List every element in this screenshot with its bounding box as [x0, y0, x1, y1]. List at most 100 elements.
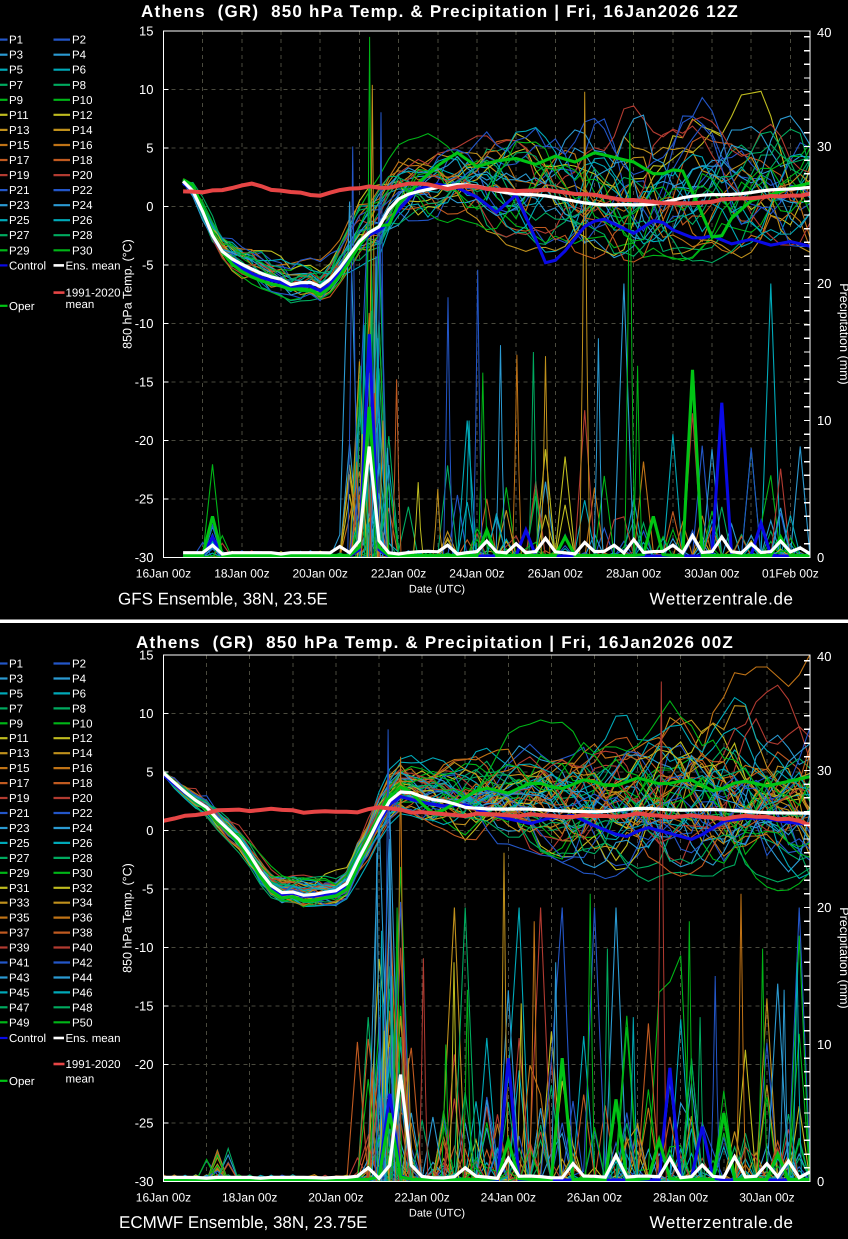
svg-text:Precipitation (mm): Precipitation (mm)	[837, 283, 848, 384]
svg-text:P39: P39	[9, 943, 29, 955]
svg-text:P38: P38	[72, 928, 92, 940]
svg-text:P9: P9	[9, 95, 23, 107]
svg-text:P15: P15	[9, 140, 29, 152]
svg-text:-20: -20	[135, 433, 154, 448]
svg-text:P9: P9	[9, 718, 23, 730]
svg-text:Athens (GR) 850 hPa Temp. &: Athens (GR) 850 hPa Temp. & Precipitatio…	[141, 2, 739, 21]
svg-text:-30: -30	[135, 1174, 154, 1189]
svg-text:mean: mean	[66, 299, 95, 311]
svg-text:P11: P11	[9, 110, 29, 122]
svg-text:P47: P47	[9, 1002, 29, 1014]
svg-text:Wetterzentrale.de: Wetterzentrale.de	[650, 1213, 794, 1232]
svg-text:Athens (GR) 850 hPa Temp. &: Athens (GR) 850 hPa Temp. & Precipitatio…	[136, 633, 734, 652]
svg-text:P10: P10	[72, 95, 92, 107]
svg-text:0: 0	[817, 550, 824, 565]
svg-text:GFS Ensemble, 38N, 23.5E: GFS Ensemble, 38N, 23.5E	[118, 590, 328, 609]
svg-text:P3: P3	[9, 50, 23, 62]
svg-text:30: 30	[817, 139, 831, 154]
svg-text:Date (UTC): Date (UTC)	[409, 584, 465, 596]
svg-text:0: 0	[817, 1174, 824, 1189]
svg-text:Control: Control	[9, 260, 46, 272]
svg-text:P5: P5	[9, 65, 23, 77]
svg-text:P13: P13	[9, 748, 29, 760]
svg-text:850 hPa Temp. (°C): 850 hPa Temp. (°C)	[121, 863, 135, 973]
svg-text:P7: P7	[9, 80, 23, 92]
svg-text:-25: -25	[135, 1116, 154, 1131]
svg-text:P29: P29	[9, 245, 29, 257]
svg-text:P48: P48	[72, 1002, 92, 1014]
svg-text:P43: P43	[9, 973, 29, 985]
svg-text:Oper: Oper	[9, 301, 35, 313]
svg-text:30: 30	[817, 763, 831, 778]
svg-text:P12: P12	[72, 733, 92, 745]
svg-text:mean: mean	[66, 1073, 95, 1085]
svg-text:P15: P15	[9, 763, 29, 775]
svg-text:10: 10	[139, 82, 153, 97]
svg-text:-15: -15	[135, 999, 154, 1014]
svg-text:Precipitation (mm): Precipitation (mm)	[837, 907, 848, 1008]
svg-text:P10: P10	[72, 718, 92, 730]
svg-text:P22: P22	[72, 808, 92, 820]
svg-text:P8: P8	[72, 703, 86, 715]
svg-text:P2: P2	[72, 659, 86, 671]
svg-text:Control: Control	[9, 1033, 46, 1045]
svg-text:18Jan 00z: 18Jan 00z	[222, 1191, 277, 1205]
svg-text:-10: -10	[135, 940, 154, 955]
svg-text:P3: P3	[9, 674, 23, 686]
svg-text:P2: P2	[72, 35, 86, 47]
svg-text:P45: P45	[9, 987, 29, 999]
svg-text:P21: P21	[9, 808, 29, 820]
svg-text:16Jan 00z: 16Jan 00z	[136, 567, 191, 581]
svg-text:-15: -15	[135, 375, 154, 390]
svg-text:P23: P23	[9, 200, 29, 212]
svg-text:P50: P50	[72, 1017, 92, 1029]
svg-text:P1: P1	[9, 35, 23, 47]
svg-text:P27: P27	[9, 230, 29, 242]
svg-text:P13: P13	[9, 125, 29, 137]
svg-text:P46: P46	[72, 987, 92, 999]
svg-text:850 hPa Temp. (°C): 850 hPa Temp. (°C)	[121, 239, 135, 349]
svg-text:P16: P16	[72, 140, 92, 152]
svg-text:22Jan 00z: 22Jan 00z	[394, 1191, 449, 1205]
svg-text:40: 40	[817, 649, 831, 664]
svg-text:P25: P25	[9, 215, 29, 227]
svg-text:P11: P11	[9, 733, 29, 745]
svg-text:-25: -25	[135, 492, 154, 507]
svg-text:-10: -10	[135, 316, 154, 331]
svg-text:P23: P23	[9, 823, 29, 835]
svg-text:40: 40	[817, 25, 831, 40]
svg-text:P16: P16	[72, 763, 92, 775]
svg-text:P41: P41	[9, 958, 29, 970]
svg-text:P28: P28	[72, 853, 92, 865]
svg-text:P30: P30	[72, 245, 92, 257]
svg-text:1991-2020: 1991-2020	[66, 288, 121, 300]
svg-text:P19: P19	[9, 170, 29, 182]
svg-text:Wetterzentrale.de: Wetterzentrale.de	[650, 590, 794, 609]
svg-text:P4: P4	[72, 674, 87, 686]
svg-text:0: 0	[146, 199, 153, 214]
svg-text:P22: P22	[72, 185, 92, 197]
svg-text:28Jan 00z: 28Jan 00z	[653, 1191, 708, 1205]
svg-text:16Jan 00z: 16Jan 00z	[136, 1191, 191, 1205]
svg-text:20: 20	[817, 276, 831, 291]
svg-text:P31: P31	[9, 883, 29, 895]
svg-text:P25: P25	[9, 838, 29, 850]
svg-text:P40: P40	[72, 943, 92, 955]
svg-text:P18: P18	[72, 778, 92, 790]
svg-text:ECMWF Ensemble, 38N, 23.75E: ECMWF Ensemble, 38N, 23.75E	[119, 1213, 367, 1232]
svg-text:P32: P32	[72, 883, 92, 895]
svg-text:P37: P37	[9, 928, 29, 940]
svg-text:P42: P42	[72, 958, 92, 970]
svg-text:P30: P30	[72, 868, 92, 880]
svg-text:10: 10	[817, 413, 831, 428]
svg-text:P44: P44	[72, 973, 93, 985]
svg-text:P24: P24	[72, 823, 93, 835]
svg-text:20Jan 00z: 20Jan 00z	[308, 1191, 363, 1205]
svg-text:24Jan 00z: 24Jan 00z	[481, 1191, 536, 1205]
svg-text:0: 0	[146, 823, 153, 838]
svg-text:P12: P12	[72, 110, 92, 122]
svg-text:10: 10	[139, 706, 153, 721]
svg-text:-30: -30	[135, 550, 154, 565]
svg-text:P35: P35	[9, 913, 29, 925]
svg-text:P20: P20	[72, 793, 92, 805]
